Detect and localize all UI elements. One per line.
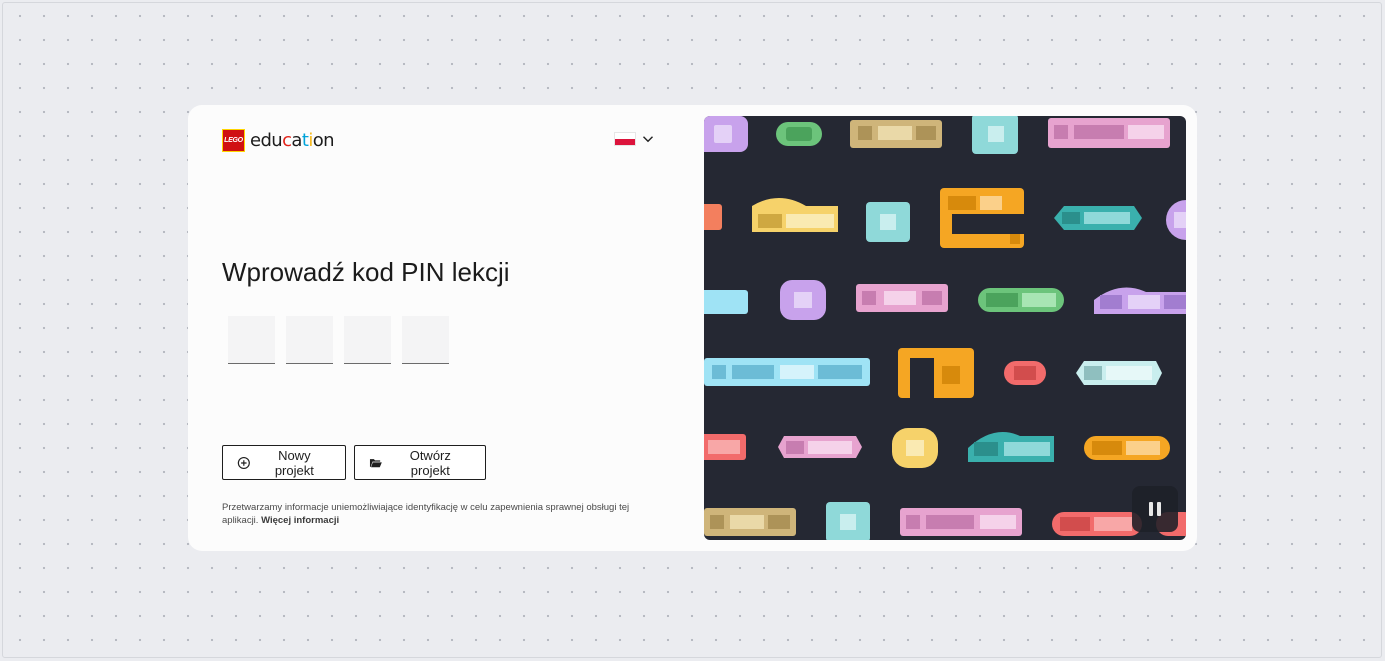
poland-flag-icon (614, 132, 636, 146)
page-title: Wprowadź kod PIN lekcji (222, 257, 510, 287)
privacy-notice: Przetwarzamy informacje uniemożliwiające… (222, 501, 642, 527)
pin-input-group (228, 316, 449, 364)
lego-logo: LEGO (222, 128, 245, 152)
block-row-2 (704, 188, 1186, 248)
block-row-5 (704, 428, 1170, 468)
open-project-label: Otwórz projekt (409, 447, 451, 478)
block-row-4 (704, 348, 1162, 398)
pause-icon-bar (1157, 502, 1161, 516)
pin-digit-3[interactable] (344, 316, 391, 364)
education-wordmark: education (250, 129, 335, 151)
pause-button[interactable] (1132, 486, 1178, 532)
block-row-3 (704, 280, 1186, 320)
folder-open-icon (369, 458, 382, 467)
block-row-6 (704, 502, 1186, 540)
pin-card: LEGO education Wprowadź kod PIN lekcji N… (188, 105, 1197, 551)
new-project-label: Nowy projekt (274, 447, 314, 478)
pin-digit-1[interactable] (228, 316, 275, 364)
pin-digit-2[interactable] (286, 316, 333, 364)
lego-education-logo: LEGO education (222, 128, 335, 152)
new-project-button[interactable]: Nowy projekt (222, 445, 346, 480)
chevron-down-icon (643, 136, 653, 143)
block-row-1 (704, 116, 1170, 154)
plus-circle-icon (237, 456, 250, 469)
pin-digit-4[interactable] (402, 316, 449, 364)
coding-blocks-illustration (704, 116, 1186, 540)
coding-blocks-animation (704, 116, 1186, 540)
more-info-link[interactable]: Więcej informacji (261, 515, 339, 526)
pause-icon (1149, 502, 1153, 516)
open-project-button[interactable]: Otwórz projekt (354, 445, 486, 480)
language-selector[interactable] (614, 132, 654, 146)
